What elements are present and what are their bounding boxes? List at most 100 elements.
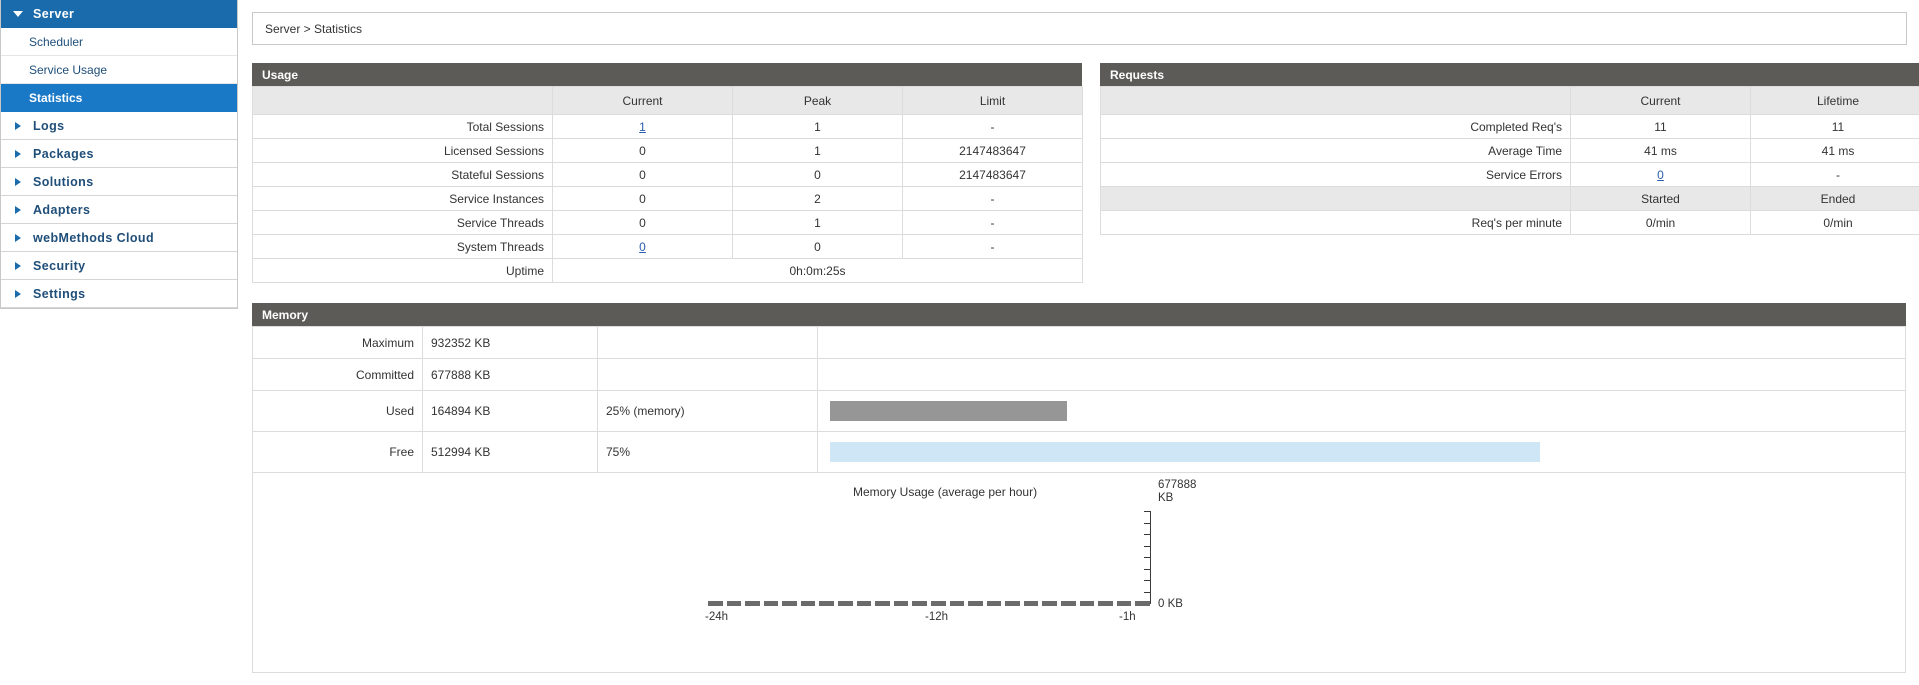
caret-right-icon — [13, 232, 25, 244]
chart-y-axis-max-label: 677888 KB — [1158, 479, 1196, 505]
table-row: Free 512994 KB 75% — [252, 431, 1906, 473]
row-current: 0 — [1570, 162, 1751, 187]
table-row: Req's per minute 0/min 0/min — [1100, 210, 1919, 235]
sidebar-item-label: Statistics — [29, 90, 83, 105]
sidebar-item-webmethods-cloud[interactable]: webMethods Cloud — [1, 224, 237, 252]
caret-right-icon — [13, 288, 25, 300]
chart-bar — [726, 601, 742, 606]
memory-percent — [597, 326, 818, 359]
memory-bar-cell — [817, 390, 1906, 432]
chart-y-tick — [1144, 580, 1151, 581]
memory-label: Committed — [252, 358, 423, 391]
row-limit: 2147483647 — [902, 162, 1083, 187]
caret-right-icon — [13, 148, 25, 160]
chart-bar — [800, 601, 816, 606]
row-limit: - — [902, 210, 1083, 235]
chart-bar — [1060, 601, 1076, 606]
sidebar-item-service-usage[interactable]: Service Usage — [1, 56, 237, 84]
requests-col-current: Current — [1570, 86, 1751, 115]
row-limit: - — [902, 234, 1083, 259]
memory-percent: 25% (memory) — [597, 390, 818, 432]
chart-y-tick — [1144, 511, 1151, 512]
row-peak: 0 — [732, 234, 903, 259]
memory-bar-cell — [817, 431, 1906, 473]
memory-free-bar — [830, 442, 1540, 462]
usage-panel-title: Usage — [252, 63, 1082, 86]
row-peak: 1 — [732, 210, 903, 235]
row-label: Licensed Sessions — [252, 138, 553, 163]
sidebar-item-settings[interactable]: Settings — [1, 280, 237, 308]
requests-table-header-row: Current Lifetime — [1100, 86, 1919, 115]
row-limit: - — [902, 186, 1083, 211]
sidebar-item-logs[interactable]: Logs — [1, 112, 237, 140]
chart-plot-area: Memory Usage (average per hour) 677888 K… — [253, 473, 1905, 672]
sidebar-item-label: Scheduler — [29, 34, 84, 49]
sidebar-item-server[interactable]: Server — [1, 0, 237, 28]
sidebar-item-statistics[interactable]: Statistics — [1, 84, 237, 112]
table-row: Service Threads 0 1 - — [252, 210, 1083, 235]
chart-y-tick — [1144, 591, 1151, 593]
requests-subheader-row: Started Ended — [1100, 186, 1919, 211]
row-started: 0/min — [1570, 210, 1751, 235]
main-content: Server > Statistics Usage Current Peak L… — [238, 0, 1919, 673]
system-threads-link[interactable]: 0 — [639, 240, 646, 254]
row-limit: 2147483647 — [902, 138, 1083, 163]
chart-bar — [838, 601, 853, 606]
requests-col-blank — [1100, 86, 1571, 115]
sidebar-item-packages[interactable]: Packages — [1, 140, 237, 168]
table-row: Service Instances 0 2 - — [252, 186, 1083, 211]
service-errors-link[interactable]: 0 — [1657, 168, 1664, 182]
chart-bar — [949, 601, 965, 606]
sidebar-item-label: webMethods Cloud — [33, 230, 154, 245]
sidebar-item-solutions[interactable]: Solutions — [1, 168, 237, 196]
sidebar-item-label: Packages — [33, 146, 94, 161]
memory-bar-cell — [817, 326, 1906, 359]
sidebar-item-adapters[interactable]: Adapters — [1, 196, 237, 224]
chart-series-bars — [708, 601, 1150, 606]
row-lifetime: 11 — [1750, 114, 1919, 139]
total-sessions-link[interactable]: 1 — [639, 120, 646, 134]
breadcrumb-text: Server > Statistics — [265, 21, 363, 36]
sidebar-item-scheduler[interactable]: Scheduler — [1, 28, 237, 56]
caret-right-icon — [13, 260, 25, 272]
memory-table: Maximum 932352 KB Committed 677888 KB Us… — [252, 326, 1906, 473]
memory-label: Maximum — [252, 326, 423, 359]
breadcrumb: Server > Statistics — [252, 12, 1907, 45]
usage-col-limit: Limit — [902, 86, 1083, 115]
usage-table: Current Peak Limit Total Sessions 1 1 - — [252, 86, 1083, 283]
row-current: 1 — [552, 114, 733, 139]
chart-x-tick-12h: -12h — [925, 611, 949, 623]
row-label: Total Sessions — [252, 114, 553, 139]
row-label: Req's per minute — [1100, 210, 1571, 235]
chart-bar — [763, 601, 779, 606]
row-current: 0 — [552, 186, 733, 211]
caret-right-icon — [13, 176, 25, 188]
chart-bar — [1042, 601, 1057, 606]
row-current: 0 — [552, 210, 733, 235]
sidebar-item-label: Solutions — [33, 174, 94, 189]
caret-right-icon — [13, 204, 25, 216]
chart-y-tick — [1144, 522, 1151, 524]
table-row: Used 164894 KB 25% (memory) — [252, 390, 1906, 432]
memory-usage-chart: Memory Usage (average per hour) 677888 K… — [252, 473, 1906, 673]
sidebar-item-label: Security — [33, 258, 86, 273]
chart-y-axis-min-label: 0 KB — [1158, 598, 1183, 610]
table-row: Completed Req's 11 11 — [1100, 114, 1919, 139]
sidebar-item-security[interactable]: Security — [1, 252, 237, 280]
sidebar-navigation: Server Scheduler Service Usage Statistic… — [0, 0, 238, 309]
usage-col-peak: Peak — [732, 86, 903, 115]
sidebar-item-label: Adapters — [33, 202, 91, 217]
requests-subcol-blank — [1100, 186, 1571, 211]
chart-bar — [930, 601, 946, 606]
row-current: 11 — [1570, 114, 1751, 139]
memory-value: 932352 KB — [422, 326, 598, 359]
chart-bar — [912, 601, 927, 606]
row-label: Service Instances — [252, 186, 553, 211]
sidebar-item-label: Settings — [33, 286, 86, 301]
row-label: Service Threads — [252, 210, 553, 235]
chart-x-tick-24h: -24h — [705, 611, 729, 623]
chart-bar — [968, 601, 983, 606]
uptime-label: Uptime — [252, 258, 553, 283]
memory-percent: 75% — [597, 431, 818, 473]
chart-x-tick-1h: -1h — [1119, 611, 1136, 623]
